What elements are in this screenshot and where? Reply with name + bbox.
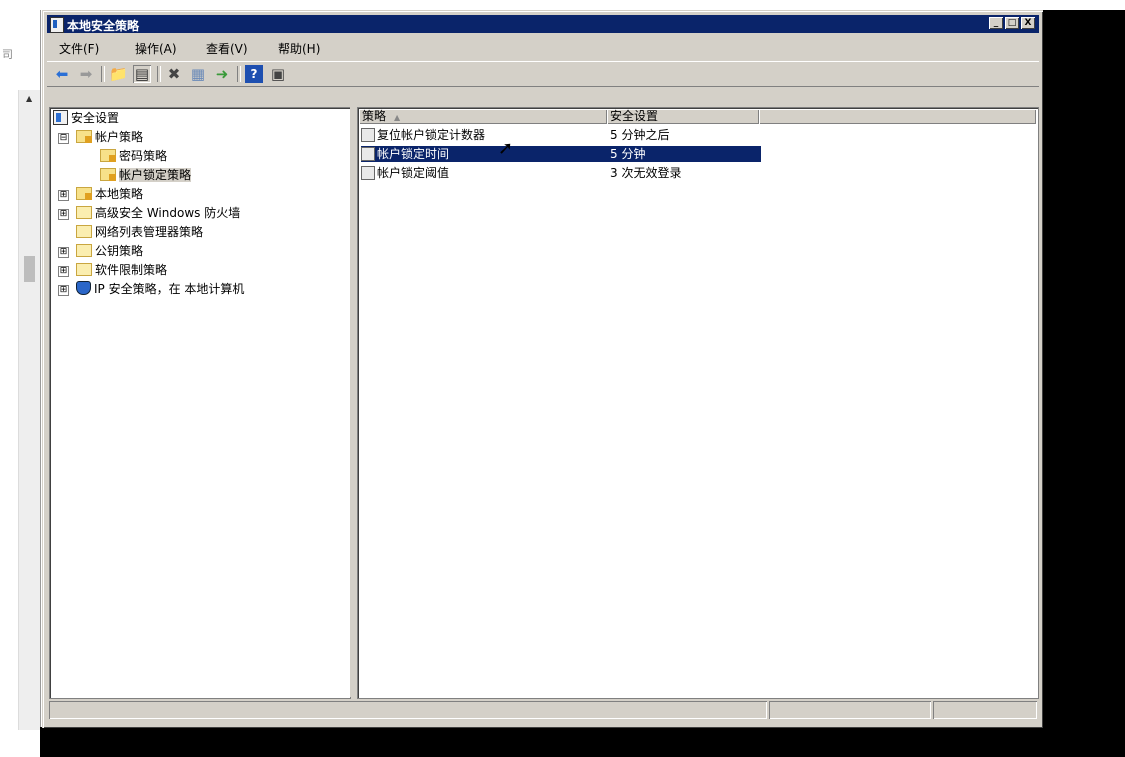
folder-icon	[76, 130, 92, 143]
delete-icon[interactable]: ✖	[165, 65, 183, 83]
column-label: 策略	[362, 109, 387, 123]
shield-icon	[76, 281, 91, 295]
folder-icon	[100, 149, 116, 162]
list-row-selected[interactable]: 帐户锁定时间 5 分钟	[360, 145, 762, 163]
policy-name: 帐户锁定时间	[377, 147, 450, 161]
tree-item-firewall[interactable]: 高级安全 Windows 防火墙	[76, 205, 240, 221]
menu-help[interactable]: 帮助(H)	[278, 40, 320, 57]
tree-item-account-policy[interactable]: 帐户策略	[76, 129, 143, 145]
window-title: 本地安全策略	[67, 19, 140, 33]
list-pane[interactable]: 策略 ▲ 安全设置 复位帐户锁定计数器 5 分钟之后 帐户锁定时间 5 分钟 帐户…	[357, 107, 1039, 699]
divider	[40, 10, 41, 730]
background-left-strip: 司 ▲	[0, 0, 41, 757]
tree-label: 安全设置	[71, 111, 120, 125]
folder-icon	[76, 206, 92, 219]
security-settings-icon	[53, 110, 68, 125]
folder-icon	[76, 263, 92, 276]
forward-icon[interactable]: ➡	[77, 65, 95, 83]
tree-pane[interactable]: 安全设置 ⊟ 帐户策略 密码策略 帐户锁定策略 ⊞ 本地策略 ⊞ 高级安全 Wi…	[49, 107, 351, 699]
tree-label: 本地策略	[95, 187, 144, 201]
export-icon[interactable]: ➜	[213, 65, 231, 83]
black-area-bottom	[40, 727, 1125, 757]
expand-icon[interactable]: ⊞	[58, 209, 69, 220]
status-bar	[47, 701, 1039, 721]
tree-label: 帐户策略	[95, 130, 144, 144]
show-tree-icon[interactable]: ▤	[133, 65, 151, 83]
mouse-cursor-icon: ➚	[498, 138, 514, 159]
console-icon[interactable]: ▣	[269, 65, 287, 83]
status-cell	[933, 701, 1037, 719]
toolbar-separator	[157, 66, 161, 82]
tree-item-ip-security[interactable]: IP 安全策略，在 本地计算机	[76, 281, 244, 297]
column-header-policy[interactable]: 策略 ▲	[359, 109, 607, 124]
tree-label: 网络列表管理器策略	[95, 225, 204, 239]
folder-icon	[76, 225, 92, 238]
folder-icon	[76, 187, 92, 200]
background-scrollbar[interactable]	[18, 90, 41, 730]
policy-icon	[361, 128, 375, 142]
tree-item-lockout-policy[interactable]: 帐户锁定策略	[100, 167, 192, 183]
scroll-up-icon[interactable]: ▲	[26, 94, 32, 103]
menu-file[interactable]: 文件(F)	[59, 40, 99, 57]
tree-label: 公钥策略	[95, 244, 144, 258]
tree-root[interactable]: 安全设置	[53, 110, 119, 126]
local-security-policy-window: 本地安全策略 _ □ X 文件(F) 操作(A) 查看(V) 帮助(H) ⬅ ➡…	[42, 10, 1043, 728]
app-icon	[50, 17, 64, 33]
policy-setting: 5 分钟	[610, 147, 646, 161]
column-header-empty	[759, 109, 1036, 124]
tree-item-software-restriction[interactable]: 软件限制策略	[76, 262, 167, 278]
tree-item-network-list[interactable]: 网络列表管理器策略	[76, 224, 203, 240]
sort-ascending-icon: ▲	[394, 113, 401, 122]
minimize-button[interactable]: _	[989, 17, 1003, 29]
column-label: 安全设置	[610, 109, 659, 123]
tree-label: 软件限制策略	[95, 263, 168, 277]
help-icon[interactable]: ?	[245, 65, 263, 83]
black-area-right	[1042, 10, 1125, 727]
tree-item-public-key[interactable]: 公钥策略	[76, 243, 143, 259]
menu-view[interactable]: 查看(V)	[206, 40, 248, 57]
toolbar: ⬅ ➡ 📁 ▤ ✖ ▦ ➜ ? ▣	[47, 61, 1039, 87]
tree-label: IP 安全策略，在 本地计算机	[94, 282, 245, 296]
policy-setting: 5 分钟之后	[610, 128, 670, 142]
scroll-thumb[interactable]	[24, 256, 35, 282]
tree-label: 高级安全 Windows 防火墙	[95, 206, 241, 220]
collapse-icon[interactable]: ⊟	[58, 133, 69, 144]
properties-icon[interactable]: ▦	[189, 65, 207, 83]
toolbar-separator	[237, 66, 241, 82]
list-row[interactable]: 帐户锁定阈值 3 次无效登录	[361, 165, 761, 181]
expand-icon[interactable]: ⊞	[58, 266, 69, 277]
window-controls: _ □ X	[989, 17, 1035, 29]
toolbar-separator	[101, 66, 105, 82]
folder-icon	[76, 244, 92, 257]
back-icon[interactable]: ⬅	[53, 65, 71, 83]
policy-setting: 3 次无效登录	[610, 166, 682, 180]
title-bar[interactable]: 本地安全策略 _ □ X	[47, 15, 1039, 33]
pane-splitter[interactable]	[350, 107, 356, 697]
tree-label: 密码策略	[119, 149, 168, 163]
policy-icon	[361, 147, 375, 161]
menu-action[interactable]: 操作(A)	[135, 40, 177, 57]
policy-name: 复位帐户锁定计数器	[377, 128, 486, 142]
status-cell	[49, 701, 767, 719]
policy-icon	[361, 166, 375, 180]
up-folder-icon[interactable]: 📁	[109, 65, 128, 83]
policy-name: 帐户锁定阈值	[377, 166, 450, 180]
expand-icon[interactable]: ⊞	[58, 190, 69, 201]
tree-item-password-policy[interactable]: 密码策略	[100, 148, 167, 164]
menu-bar: 文件(F) 操作(A) 查看(V) 帮助(H)	[47, 36, 1039, 58]
status-cell	[769, 701, 931, 719]
list-row[interactable]: 复位帐户锁定计数器 5 分钟之后	[361, 127, 761, 143]
column-header-setting[interactable]: 安全设置	[607, 109, 759, 124]
maximize-button[interactable]: □	[1005, 17, 1019, 29]
expand-icon[interactable]: ⊞	[58, 247, 69, 258]
expand-icon[interactable]: ⊞	[58, 285, 69, 296]
folder-icon	[100, 168, 116, 181]
edge-text: 司	[2, 48, 13, 61]
tree-label: 帐户锁定策略	[119, 168, 192, 182]
tree-item-local-policy[interactable]: 本地策略	[76, 186, 143, 202]
close-button[interactable]: X	[1021, 17, 1035, 29]
